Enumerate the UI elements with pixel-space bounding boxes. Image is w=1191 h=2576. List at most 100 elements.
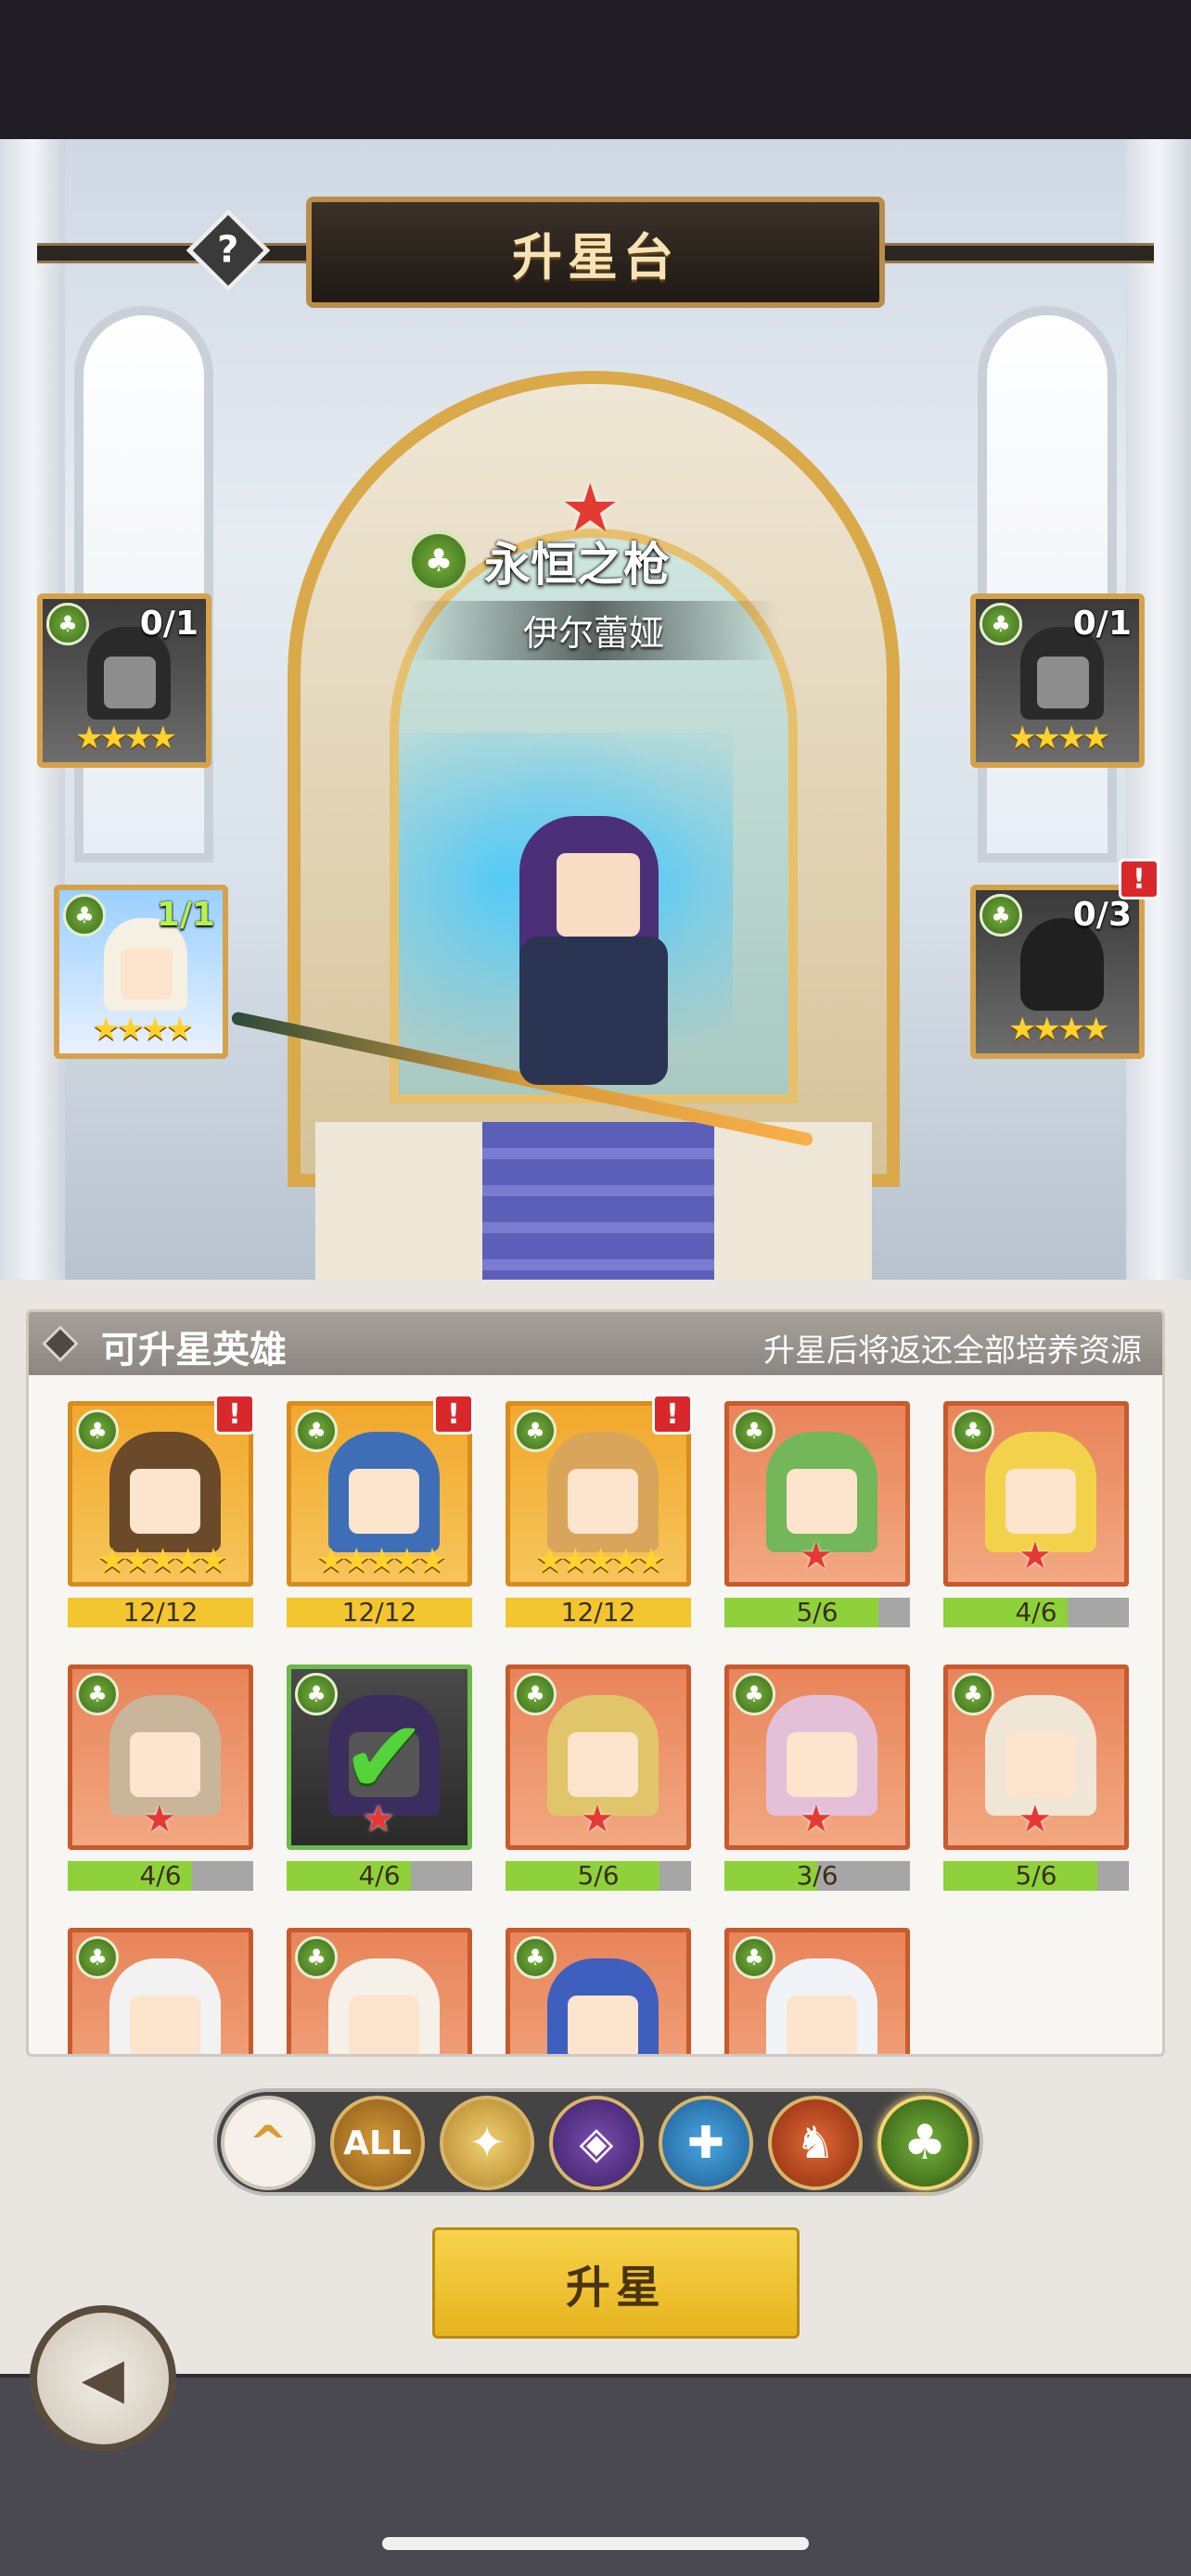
material-slot[interactable]: ♣ 0/1 ★★★★ bbox=[37, 593, 211, 768]
help-icon: ? bbox=[217, 228, 239, 272]
hero-face bbox=[130, 1469, 200, 1534]
progress-text: 5/6 bbox=[1015, 1861, 1057, 1891]
hero-face bbox=[787, 1469, 857, 1534]
nature-element-icon[interactable]: ♣ bbox=[877, 2096, 972, 2190]
plaque-bar-left bbox=[37, 243, 315, 263]
hero-card[interactable]: ♣ ✔ ★ bbox=[287, 1664, 472, 1850]
hero-face bbox=[104, 657, 156, 708]
star-rating: ★★★★ bbox=[1008, 1011, 1110, 1048]
window bbox=[978, 306, 1117, 862]
material-slot[interactable]: ♣ 0/1 ★★★★ bbox=[970, 593, 1145, 768]
nature-tree-icon: ♣ bbox=[408, 530, 469, 592]
plaque-bar-right bbox=[876, 243, 1154, 263]
hero-face bbox=[121, 948, 173, 1000]
nature-tree-icon: ♣ bbox=[63, 894, 106, 937]
hero-subtitle: 伊尔蕾娅 bbox=[522, 613, 664, 654]
carpet bbox=[482, 1122, 714, 1280]
material-slot[interactable]: ♣ 0/3 ★★★★ bbox=[970, 885, 1145, 1059]
hero-card[interactable]: ♣ ★ bbox=[943, 1401, 1129, 1587]
progress-bar: 12/12 bbox=[68, 1598, 253, 1627]
nature-tree-icon: ♣ bbox=[952, 1673, 994, 1715]
star-rating: ★★★★ bbox=[1008, 720, 1110, 757]
progress-bar: 4/6 bbox=[68, 1861, 253, 1891]
nature-tree-icon: ♣ bbox=[46, 603, 89, 645]
material-count: 0/1 bbox=[1072, 605, 1132, 643]
home-indicator[interactable] bbox=[382, 2537, 809, 2550]
diamond-icon bbox=[42, 1325, 79, 1362]
star-rating: ★★★★ bbox=[75, 720, 177, 757]
hero-card[interactable]: ♣ ★ bbox=[724, 1664, 910, 1850]
hero-name-row: ♣ 永恒之枪 bbox=[408, 529, 670, 593]
progress-bar: 12/12 bbox=[506, 1598, 691, 1627]
hero-card[interactable]: ♣ bbox=[287, 1928, 472, 2054]
hero-list[interactable]: 可升星英雄 升星后将返还全部培养资源 ♣ ★★★★★! 12/12 ♣ ★★★★★! 12… bbox=[26, 1309, 1165, 2057]
fire-element-icon[interactable]: ♞ bbox=[768, 2096, 863, 2190]
hero-card[interactable]: ♣ ★ bbox=[68, 1664, 253, 1850]
hero-card[interactable]: ♣ bbox=[506, 1928, 691, 2054]
list-note: 升星后将返还全部培养资源 bbox=[763, 1333, 1142, 1370]
star-rating: ★ bbox=[362, 1798, 395, 1841]
nature-tree-icon: ♣ bbox=[952, 1409, 994, 1452]
progress-bar: 5/6 bbox=[724, 1598, 910, 1627]
nature-tree-icon: ♣ bbox=[295, 1936, 338, 1979]
nature-tree-icon: ♣ bbox=[733, 1409, 775, 1452]
progress-text: 3/6 bbox=[796, 1861, 839, 1891]
nature-tree-icon: ♣ bbox=[514, 1409, 557, 1452]
hero-face bbox=[1037, 657, 1089, 708]
progress-bar: 3/6 bbox=[724, 1861, 910, 1891]
hero-card[interactable]: ♣ bbox=[68, 1928, 253, 2054]
star-rating: ★ bbox=[143, 1798, 176, 1841]
progress-text: 4/6 bbox=[139, 1861, 182, 1891]
hero-face bbox=[349, 1996, 419, 2054]
water-element-icon[interactable]: ✚ bbox=[659, 2096, 753, 2190]
progress-text: 5/6 bbox=[577, 1861, 620, 1891]
page-title: 升星台 bbox=[512, 227, 679, 287]
material-slot[interactable]: ♣ 1/1 ★★★★ bbox=[54, 885, 228, 1059]
hero-name: 永恒之枪 bbox=[484, 538, 670, 592]
progress-text: 12/12 bbox=[560, 1598, 636, 1627]
hero-face bbox=[349, 1469, 419, 1534]
hero-face bbox=[1005, 1732, 1076, 1797]
hero-face bbox=[568, 1996, 638, 2054]
hero-face bbox=[130, 1996, 200, 2054]
star-rating: ★ bbox=[581, 1798, 614, 1841]
hero-face bbox=[557, 853, 640, 937]
upgrade-star-button[interactable]: 升星 bbox=[432, 2227, 800, 2339]
progress-bar: 5/6 bbox=[943, 1861, 1129, 1891]
nature-tree-icon: ♣ bbox=[295, 1409, 338, 1452]
hero-card[interactable]: ♣ ★ bbox=[506, 1664, 691, 1850]
list-header: 可升星英雄 升星后将返还全部培养资源 bbox=[29, 1312, 1162, 1375]
window bbox=[74, 306, 213, 862]
material-count: 0/3 bbox=[1072, 896, 1132, 934]
hero-face bbox=[787, 1996, 857, 2054]
progress-bar: 4/6 bbox=[943, 1598, 1129, 1627]
star-rating: ★ bbox=[800, 1535, 833, 1577]
title-plaque: 升星台 bbox=[306, 197, 885, 308]
star-rating: ★ bbox=[1018, 1798, 1052, 1841]
hero-card[interactable]: ♣ ★ bbox=[943, 1664, 1129, 1850]
hero-card[interactable]: ♣ bbox=[724, 1928, 910, 2054]
light-element-icon[interactable]: ✦ bbox=[440, 2096, 534, 2190]
nature-tree-icon: ♣ bbox=[514, 1936, 557, 1979]
back-button[interactable]: ◀ bbox=[30, 2305, 176, 2452]
alert-icon: ! bbox=[652, 1394, 693, 1435]
hero-card[interactable]: ♣ ★ bbox=[724, 1401, 910, 1587]
list-title: 可升星英雄 bbox=[101, 1329, 287, 1371]
dark-element-icon[interactable]: ◈ bbox=[549, 2096, 644, 2190]
star-rating: ★ bbox=[1018, 1535, 1052, 1577]
material-count: 1/1 bbox=[156, 896, 215, 934]
nature-tree-icon: ♣ bbox=[76, 1409, 119, 1452]
material-count: 0/1 bbox=[139, 605, 198, 643]
alert-icon: ! bbox=[214, 1394, 255, 1435]
back-arrow-icon: ◀ bbox=[81, 2346, 125, 2411]
all-filter-icon[interactable]: ALL bbox=[330, 2096, 425, 2190]
star-rating: ★ bbox=[800, 1798, 833, 1841]
collapse-arrow-icon[interactable]: ^ bbox=[221, 2096, 315, 2190]
status-bar bbox=[0, 0, 1191, 139]
hero-face bbox=[1005, 1469, 1076, 1534]
hero-face bbox=[130, 1732, 200, 1797]
nature-tree-icon: ♣ bbox=[733, 1673, 775, 1715]
progress-text: 12/12 bbox=[122, 1598, 198, 1627]
alert-icon: ! bbox=[1119, 859, 1159, 899]
progress-text: 4/6 bbox=[1015, 1598, 1057, 1627]
